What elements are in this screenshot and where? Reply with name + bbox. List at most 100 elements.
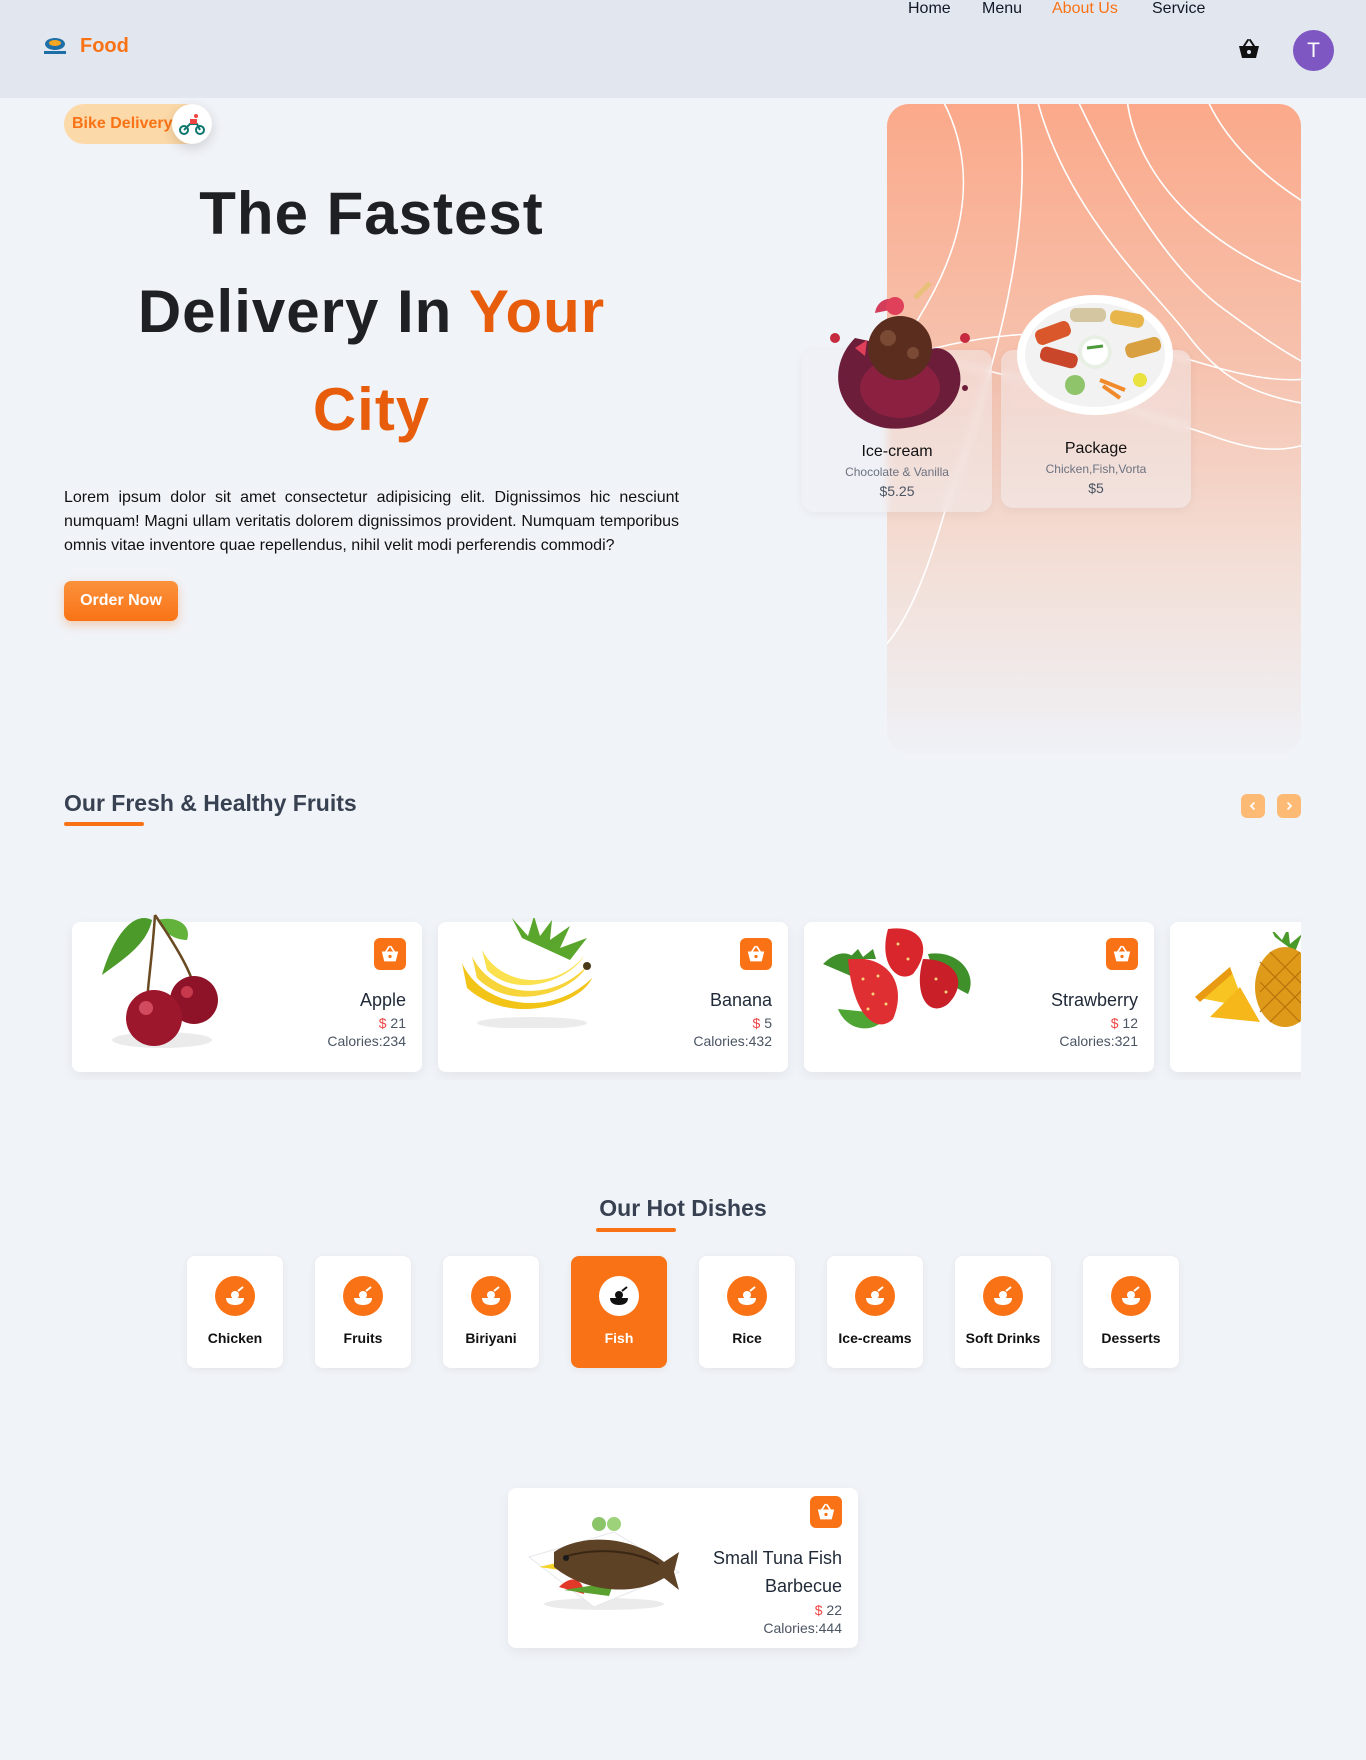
hero-description: Lorem ipsum dolor sit amet consectetur a… bbox=[64, 489, 679, 554]
category-ice-creams[interactable]: Ice-creams bbox=[827, 1256, 923, 1368]
hero-card-price: $5 bbox=[1088, 480, 1104, 496]
fruit-card[interactable]: Apple $ 21 Calories:234 bbox=[72, 914, 422, 1072]
fruit-carousel: Apple $ 21 Calories:234 Banana $ 5 Calor… bbox=[64, 900, 1301, 1080]
category-fish[interactable]: Fish bbox=[571, 1256, 667, 1368]
fruit-info: Apple $ 21 Calories:234 bbox=[327, 990, 406, 1049]
hero-title: The Fastest Delivery In Your City bbox=[64, 165, 679, 459]
banana-icon bbox=[462, 918, 592, 1028]
ice-cream-icon bbox=[830, 281, 970, 429]
strawberry-icon bbox=[823, 928, 971, 1029]
order-now-button[interactable]: Order Now bbox=[64, 581, 178, 621]
category-biriyani[interactable]: Biriyani bbox=[443, 1256, 539, 1368]
add-to-cart-button[interactable] bbox=[810, 1496, 842, 1528]
nav-home[interactable]: Home bbox=[908, 0, 951, 18]
add-to-cart-button[interactable] bbox=[374, 938, 406, 970]
hero-card-subtitle: Chocolate & Vanilla bbox=[845, 465, 949, 479]
category-label: Desserts bbox=[1101, 1330, 1161, 1346]
fruit-price: $ 5 bbox=[693, 1015, 772, 1031]
fruit-price-value: 21 bbox=[390, 1015, 406, 1031]
fruit-card[interactable]: Strawberry $ 12 Calories:321 bbox=[804, 922, 1154, 1072]
fruit-price-value: 5 bbox=[764, 1015, 772, 1031]
bike-delivery-badge: Bike Delivery bbox=[64, 104, 212, 144]
basket-icon bbox=[381, 945, 399, 962]
avatar[interactable]: T bbox=[1293, 30, 1334, 71]
category-chicken[interactable]: Chicken bbox=[187, 1256, 283, 1368]
nav-menu[interactable]: Menu bbox=[982, 0, 1022, 18]
food-icon bbox=[599, 1276, 639, 1316]
dish-card[interactable]: Small Tuna Fish Barbecue $ 22 Calories:4… bbox=[508, 1488, 858, 1648]
dish-name-line1: Small Tuna Fish bbox=[712, 1548, 842, 1568]
food-icon bbox=[215, 1276, 255, 1316]
fruit-name: Apple bbox=[359, 990, 406, 1010]
hero-card-subtitle: Chicken,Fish,Vorta bbox=[1045, 462, 1147, 476]
fruits-section-title: Our Fresh & Healthy Fruits bbox=[64, 790, 357, 816]
nav-about-us[interactable]: About Us bbox=[1052, 0, 1118, 18]
category-label: Soft Drinks bbox=[965, 1330, 1041, 1346]
carousel-next-button[interactable] bbox=[1277, 794, 1301, 818]
category-label: Biriyani bbox=[465, 1330, 517, 1346]
category-soft-drinks[interactable]: Soft Drinks bbox=[955, 1256, 1051, 1368]
fruit-calories: Calories:321 bbox=[1059, 1033, 1138, 1049]
nav-service[interactable]: Service bbox=[1152, 0, 1205, 18]
dishes-section-title: Our Hot Dishes bbox=[599, 1195, 767, 1221]
fruit-info: Strawberry $ 12 Calories:321 bbox=[1051, 990, 1138, 1049]
scooter-icon bbox=[172, 104, 212, 144]
dish-name-line2: Barbecue bbox=[764, 1576, 842, 1596]
fruit-calories: Calories:234 bbox=[327, 1033, 406, 1049]
add-to-cart-button[interactable] bbox=[1106, 938, 1138, 970]
cherry-icon bbox=[102, 914, 218, 1048]
food-icon bbox=[983, 1276, 1023, 1316]
food-platter-icon bbox=[1017, 295, 1173, 415]
grilled-fish-icon bbox=[527, 1517, 681, 1610]
category-label: Fish bbox=[604, 1330, 634, 1346]
fruit-price-value: 12 bbox=[1122, 1015, 1138, 1031]
logo-icon bbox=[44, 38, 66, 54]
category-fruits[interactable]: Fruits bbox=[315, 1256, 411, 1368]
category-label: Fruits bbox=[343, 1330, 383, 1346]
category-desserts[interactable]: Desserts bbox=[1083, 1256, 1179, 1368]
fruits-title-underline bbox=[64, 822, 144, 826]
hero-title-line3: City bbox=[312, 376, 431, 443]
header: Food Home Menu About Us Service T bbox=[0, 0, 1366, 98]
dish-info: Small Tuna Fish Barbecue $ 22 Calories:4… bbox=[713, 1544, 842, 1636]
fruit-price: $ 12 bbox=[1051, 1015, 1138, 1031]
category-label: Ice-creams bbox=[838, 1330, 912, 1346]
food-icon bbox=[727, 1276, 767, 1316]
dish-calories: Calories:444 bbox=[763, 1620, 842, 1636]
currency-symbol: $ bbox=[378, 1015, 387, 1031]
carousel-prev-button[interactable] bbox=[1241, 794, 1265, 818]
food-icon bbox=[855, 1276, 895, 1316]
food-icon bbox=[343, 1276, 383, 1316]
fruit-price: $ 21 bbox=[327, 1015, 406, 1031]
bike-delivery-label: Bike Delivery bbox=[72, 115, 173, 132]
dish-price: $ 22 bbox=[713, 1602, 842, 1618]
fruit-card[interactable] bbox=[1170, 922, 1301, 1072]
basket-icon[interactable] bbox=[1237, 38, 1261, 60]
add-to-cart-button[interactable] bbox=[740, 938, 772, 970]
category-rice[interactable]: Rice bbox=[699, 1256, 795, 1368]
currency-symbol: $ bbox=[1110, 1015, 1119, 1031]
fruit-name: Banana bbox=[709, 990, 772, 1010]
pineapple-icon bbox=[1195, 932, 1301, 1027]
hero-title-line2a: Delivery In bbox=[137, 278, 453, 345]
hero-card-name: Ice-cream bbox=[861, 443, 933, 460]
hero-title-line1: The Fastest bbox=[199, 180, 544, 247]
hero-card-price: $5.25 bbox=[879, 483, 915, 499]
logo[interactable]: Food bbox=[42, 34, 129, 58]
basket-icon bbox=[817, 1503, 835, 1520]
currency-symbol: $ bbox=[752, 1015, 761, 1031]
dishes-title-underline bbox=[596, 1228, 676, 1232]
dish-price-value: 22 bbox=[826, 1602, 842, 1618]
fruit-calories: Calories:432 bbox=[693, 1033, 772, 1049]
basket-icon bbox=[1113, 945, 1131, 962]
fruit-name: Strawberry bbox=[1050, 990, 1138, 1010]
fruit-card[interactable]: Banana $ 5 Calories:432 bbox=[438, 918, 788, 1072]
food-icon bbox=[471, 1276, 511, 1316]
hero-card-name: Package bbox=[1064, 440, 1128, 457]
food-icon bbox=[1111, 1276, 1151, 1316]
currency-symbol: $ bbox=[814, 1602, 823, 1618]
chevron-right-icon bbox=[1286, 801, 1293, 811]
hero-title-line2b: Your bbox=[468, 278, 606, 345]
category-label: Rice bbox=[732, 1330, 762, 1346]
fruit-info: Banana $ 5 Calories:432 bbox=[693, 990, 772, 1049]
